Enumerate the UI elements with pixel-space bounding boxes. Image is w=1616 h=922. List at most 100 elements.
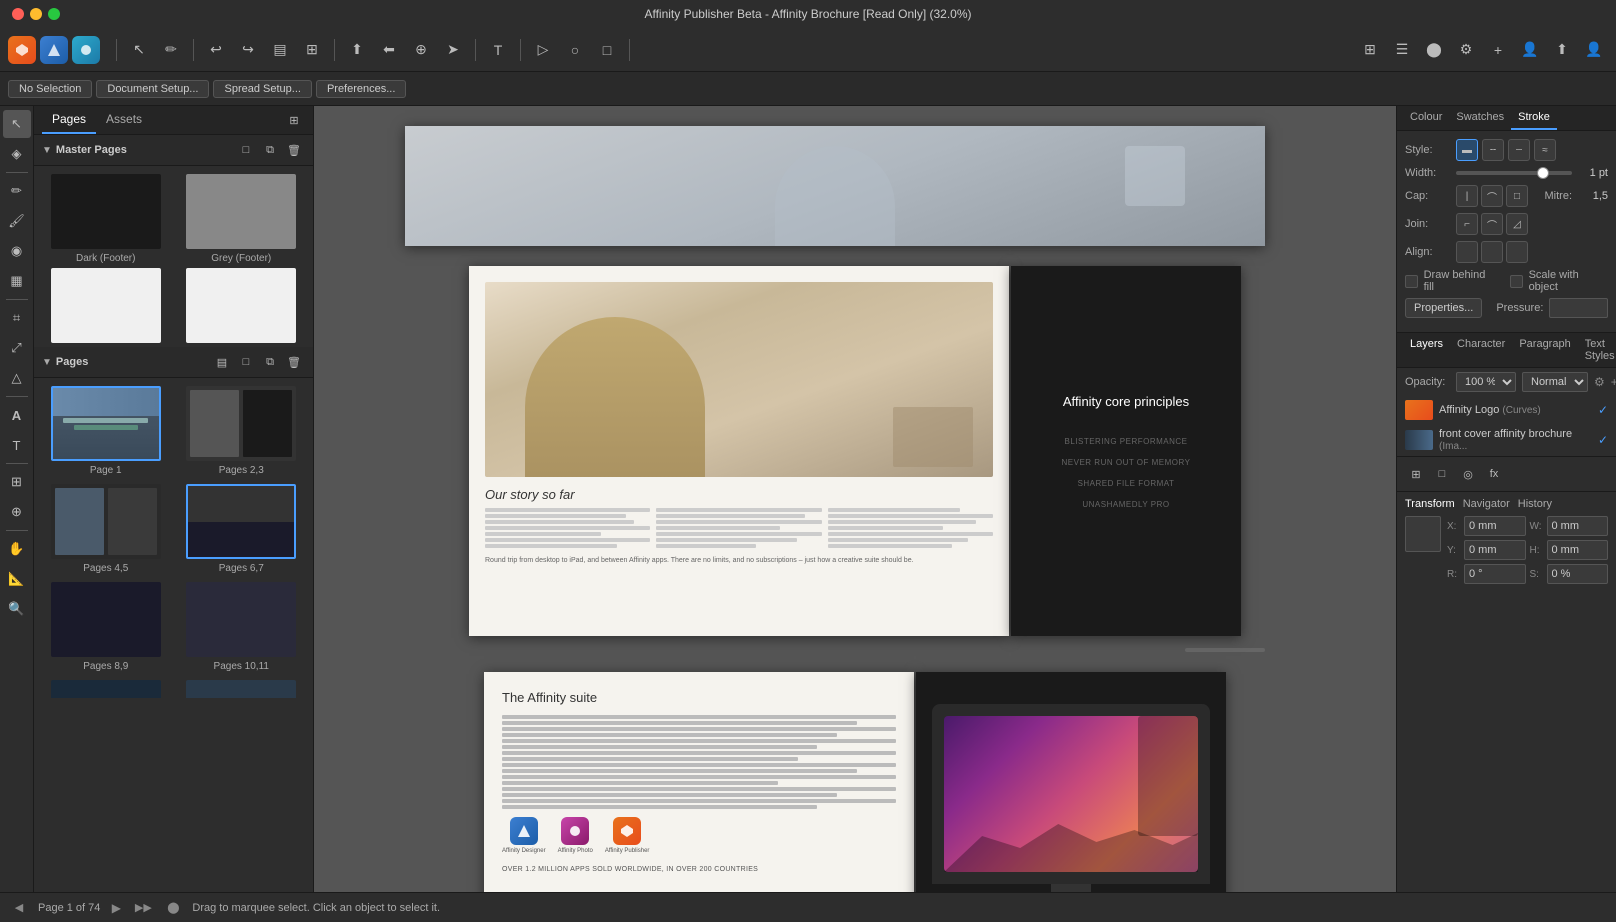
stroke-custom-btn[interactable]: ≈ [1534,139,1556,161]
rect-icon[interactable]: □ [593,36,621,64]
no-selection-btn[interactable]: No Selection [8,80,92,98]
bottom-left-canvas[interactable]: The Affinity suite [484,672,914,892]
text-frame-tool[interactable]: T [3,431,31,459]
anchor-left-icon[interactable]: ⬅ [375,36,403,64]
affinity-logo-layer[interactable]: Affinity Logo (Curves) ✓ [1397,396,1616,424]
minimize-button[interactable] [30,8,42,20]
layer-gear-icon[interactable]: ⚙ [1594,375,1605,389]
panel-object-icon[interactable]: □ [1431,463,1453,485]
master-blank-1[interactable] [42,268,170,343]
grid-view-icon[interactable]: ⊞ [1356,36,1384,64]
play-button[interactable]: ▶ [108,900,124,916]
panel-grid-icon[interactable]: ⊞ [283,109,305,131]
canvas-area[interactable]: Our story so far [314,106,1396,892]
swatches-tab[interactable]: Swatches [1449,106,1511,130]
pages-dup-icon[interactable]: ⧉ [259,351,281,373]
move-tool-icon[interactable]: ↖ [125,36,153,64]
pages-1415-thumb[interactable]: Pages 14,15 [178,680,306,698]
pages-toggle[interactable]: ▼ [42,357,52,368]
distribute-icon[interactable]: ⊞ [298,36,326,64]
gradient-tool[interactable]: ▦ [3,267,31,295]
width-slider[interactable] [1456,171,1572,175]
add-icon[interactable]: + [1484,36,1512,64]
master-blank-2[interactable] [178,268,306,343]
next-page-icon[interactable]: ▶▶ [132,897,154,919]
top-page-canvas[interactable] [405,126,1265,246]
cap-square-btn[interactable]: □ [1506,185,1528,207]
align-inside-btn[interactable] [1456,241,1478,263]
settings-icon[interactable]: ⚙ [1452,36,1480,64]
hand-tool[interactable]: ✋ [3,535,31,563]
align-center-btn[interactable] [1481,241,1503,263]
selection-tool[interactable]: ↖ [3,110,31,138]
pen-tool[interactable]: ✏ [3,177,31,205]
navigator-tab[interactable]: Navigator [1463,498,1510,510]
transform-tab[interactable]: Transform [1405,498,1455,510]
scale-with-object-checkbox[interactable] [1510,275,1523,288]
cursor-icon[interactable]: ▷ [529,36,557,64]
page-1-thumb[interactable]: Page 1 [42,386,170,476]
pages-tab[interactable]: Pages [42,106,96,134]
pages-1011-thumb[interactable]: Pages 10,11 [178,582,306,672]
anchor-right-icon[interactable]: ➤ [439,36,467,64]
eyedropper-tool[interactable]: 🔍 [3,595,31,623]
master-add-icon[interactable]: □ [235,139,257,161]
profile-icon[interactable]: 👤 [1516,36,1544,64]
anchor-up-icon[interactable]: ⬆ [343,36,371,64]
bottom-right-canvas[interactable] [916,672,1226,892]
pages-view-icon[interactable]: ▤ [211,351,233,373]
document-setup-btn[interactable]: Document Setup... [96,80,209,98]
color-icon[interactable]: ⬤ [1420,36,1448,64]
layers-tab[interactable]: Layers [1403,333,1450,367]
oval-icon[interactable]: ○ [561,36,589,64]
align-left-icon[interactable]: ▤ [266,36,294,64]
cap-round-btn[interactable]: ⌒ [1481,185,1503,207]
x-input[interactable] [1464,516,1526,536]
front-cover-layer[interactable]: front cover affinity brochure (Ima... ✓ [1397,424,1616,456]
master-dark-thumb[interactable]: Dark (Footer) [42,174,170,264]
paint-tool[interactable]: 🖌 [3,207,31,235]
panel-color-icon[interactable]: ◎ [1457,463,1479,485]
join-round-btn[interactable]: ⌒ [1481,213,1503,235]
zoom-tool[interactable]: ⊕ [3,498,31,526]
y-input[interactable] [1464,540,1526,560]
pages-del-icon[interactable]: 🗑 [283,351,305,373]
paragraph-tab[interactable]: Paragraph [1512,333,1577,367]
prev-page-icon[interactable]: ◀ [8,897,30,919]
panel-fx-icon[interactable]: fx [1483,463,1505,485]
properties-button[interactable]: Properties... [1405,298,1482,318]
pages-1213-thumb[interactable]: Pages 12,13 [42,680,170,698]
measure-tool[interactable]: 📐 [3,565,31,593]
right-page-canvas[interactable]: Affinity core principles BLISTERING PERF… [1011,266,1241,636]
redo-icon[interactable]: ↪ [234,36,262,64]
spread-setup-btn[interactable]: Spread Setup... [213,80,311,98]
text-tool[interactable]: A [3,401,31,429]
h-input[interactable] [1547,540,1609,560]
transform-tool[interactable]: ⤢ [3,334,31,362]
pages-23-thumb[interactable]: Pages 2,3 [178,386,306,476]
r-input[interactable] [1464,564,1526,584]
crop-tool[interactable]: ⌗ [3,304,31,332]
assets-tab[interactable]: Assets [96,106,152,134]
list-view-icon[interactable]: ☰ [1388,36,1416,64]
anchor-center-icon[interactable]: ⊕ [407,36,435,64]
undo-icon[interactable]: ↩ [202,36,230,64]
draw-behind-checkbox[interactable] [1405,275,1418,288]
record-icon[interactable]: ⬤ [162,897,184,919]
person-icon[interactable]: 👤 [1580,36,1608,64]
character-tab[interactable]: Character [1450,333,1512,367]
panel-layers-icon[interactable]: ⊞ [1405,463,1427,485]
opacity-select[interactable]: 100 % [1456,372,1516,392]
node-tool[interactable]: ◈ [3,140,31,168]
layer-add-icon[interactable]: + [1611,375,1616,389]
text-icon[interactable]: T [484,36,512,64]
pen-tool-icon[interactable]: ✏ [157,36,185,64]
text-styles-tab[interactable]: Text Styles [1578,333,1616,367]
table-tool[interactable]: ⊞ [3,468,31,496]
join-miter-btn[interactable]: ⌐ [1456,213,1478,235]
pages-67-thumb[interactable]: Pages 6,7 [178,484,306,574]
w-input[interactable] [1547,516,1609,536]
pages-89-thumb[interactable]: Pages 8,9 [42,582,170,672]
stroke-tab[interactable]: Stroke [1511,106,1557,130]
pages-45-thumb[interactable]: Pages 4,5 [42,484,170,574]
